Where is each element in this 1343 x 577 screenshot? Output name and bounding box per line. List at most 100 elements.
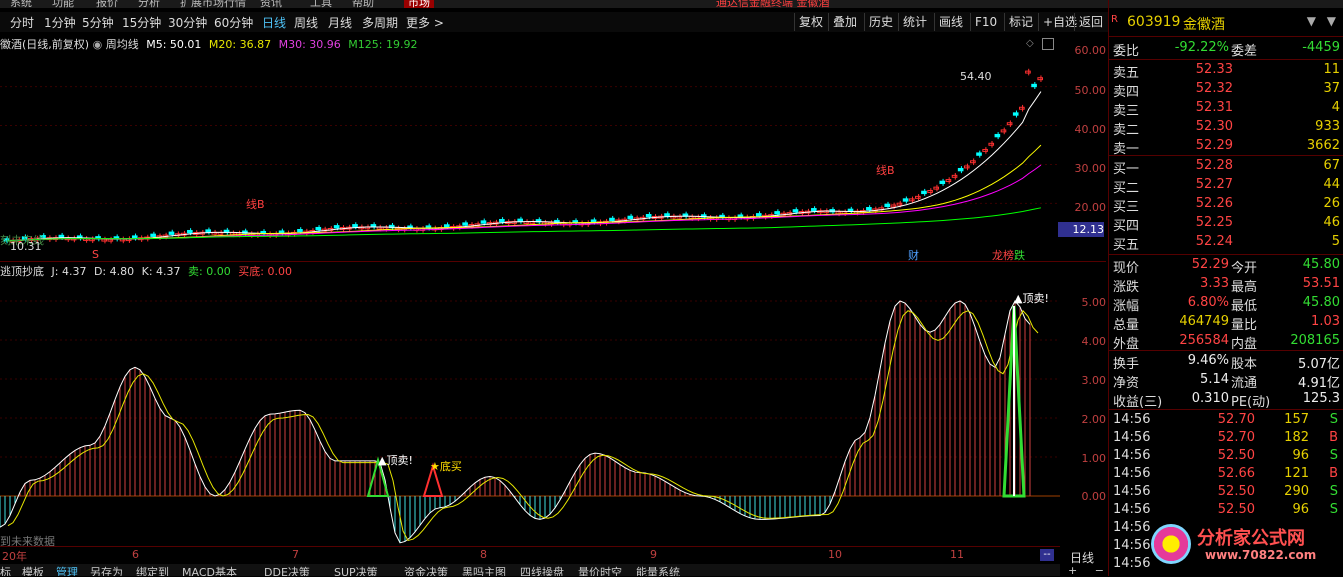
sell-signal-1: ▲顶卖! [378, 454, 413, 467]
stat-value: 256584 [1179, 333, 1229, 348]
stat-label: PE(动) [1231, 395, 1271, 410]
menu-item[interactable]: 系统 [10, 0, 32, 8]
toolbar-button[interactable]: F10 [970, 13, 997, 31]
tick-volume: 121 [1284, 466, 1309, 481]
menu-item[interactable]: 帮助 [352, 0, 374, 8]
bottom-tab[interactable]: 黑吗主图 [462, 564, 506, 576]
menu-item[interactable]: 报价 [96, 0, 118, 8]
stat-value: 45.80 [1302, 257, 1340, 272]
book-price[interactable]: 52.29 [1189, 138, 1233, 153]
period-tab[interactable]: 日线 [262, 14, 286, 31]
bottom-tab[interactable]: 能量系统 [636, 564, 680, 576]
sep [1109, 350, 1343, 351]
book-price[interactable]: 52.28 [1189, 158, 1233, 173]
tick-time: 14:56 [1113, 502, 1151, 517]
stat-value: 1.03 [1311, 314, 1340, 329]
stat-row: 涨跌 3.33 最高 53.51 [1109, 276, 1343, 295]
tick-side: S [1329, 412, 1338, 427]
toolbar-button[interactable]: 画线 [934, 13, 963, 31]
menu-item[interactable]: 工具 [310, 0, 332, 8]
s-tag[interactable]: S [92, 248, 99, 261]
bottom-tab[interactable]: 绑定到 [136, 564, 169, 576]
indicator-chart[interactable] [0, 276, 1060, 546]
period-tab[interactable]: 15分钟 [122, 14, 161, 31]
candle-body [480, 220, 487, 224]
bottom-tab[interactable]: 标 [0, 564, 11, 576]
panel-close-icon[interactable]: ▼ [1327, 14, 1336, 28]
toolbar-button[interactable]: +自选 [1038, 13, 1077, 31]
panel-menu-icon[interactable]: ▼ [1307, 14, 1316, 28]
stock-header: R 603919 金徽酒 ▼ ▼ [1109, 12, 1343, 34]
candle-body [517, 218, 523, 222]
bottom-tab[interactable]: 四线操盘 [520, 564, 564, 576]
period-tab[interactable]: 1分钟 [44, 14, 76, 31]
tick-time: 14:56 [1113, 448, 1151, 463]
candle-body [896, 202, 903, 206]
menu-item[interactable]: 资讯 [260, 0, 282, 8]
book-label: 买四 [1113, 219, 1140, 234]
book-label: 买五 [1113, 238, 1140, 253]
period-tab[interactable]: 多周期 [362, 14, 398, 31]
tick-volume: 96 [1292, 502, 1309, 517]
toolbar-button[interactable]: 历史 [864, 13, 893, 31]
tick-price: 52.66 [1217, 466, 1255, 481]
menu-item[interactable]: 市场 [404, 0, 434, 8]
candle-body [988, 142, 995, 146]
date-label: 9 [650, 548, 657, 561]
menu-item[interactable]: 扩展市场行情 [180, 0, 246, 8]
date-label: 10 [828, 548, 842, 561]
stat-value: 4.91亿 [1298, 376, 1340, 391]
book-price[interactable]: 52.24 [1189, 234, 1233, 249]
bottom-tab[interactable]: 管理 [56, 564, 78, 576]
candle-body [315, 226, 322, 231]
candle-body [908, 198, 915, 202]
bottom-tab[interactable]: 量价时空 [578, 564, 622, 576]
period-tab[interactable]: 30分钟 [168, 14, 207, 31]
zoom-in-icon[interactable]: + [1068, 564, 1077, 577]
candle-body [951, 174, 958, 178]
price-tick: 30.00 [1074, 162, 1107, 175]
toolbar-button[interactable]: 复权 [794, 13, 823, 31]
bottom-tab[interactable]: 资金决策 [404, 564, 448, 576]
bottom-tab[interactable]: 模板 [22, 564, 44, 576]
menu-item[interactable]: 功能 [52, 0, 74, 8]
toolbar-button[interactable]: 返回 [1074, 13, 1103, 31]
sep [1109, 155, 1343, 156]
book-price[interactable]: 52.27 [1189, 177, 1233, 192]
settings-diamond-icon[interactable]: ◇ [1026, 38, 1034, 49]
book-price[interactable]: 52.26 [1189, 196, 1233, 211]
bottom-tab[interactable]: SUP决策 [334, 564, 378, 576]
book-row: 买五 52.24 5 [1109, 234, 1343, 253]
period-tab[interactable]: 更多 > [406, 14, 444, 31]
sep [1109, 59, 1343, 60]
collapse-icon[interactable] [1042, 38, 1054, 50]
candle-body [939, 180, 946, 185]
price-chart[interactable] [0, 50, 1060, 260]
zoom-controls: + − [1064, 564, 1108, 577]
toolbar-button[interactable]: 叠加 [828, 13, 857, 31]
scroll-marker[interactable]: -- [1040, 549, 1054, 561]
bottom-tab[interactable]: DDE决策 [264, 564, 310, 576]
menu-item[interactable]: 分析 [138, 0, 160, 8]
book-price[interactable]: 52.33 [1189, 62, 1233, 77]
period-tab[interactable]: 5分钟 [82, 14, 114, 31]
tick-price: 52.50 [1217, 502, 1255, 517]
book-price[interactable]: 52.32 [1189, 81, 1233, 96]
toolbar-button[interactable]: 统计 [898, 13, 927, 31]
period-tab[interactable]: 60分钟 [214, 14, 253, 31]
bottom-tab[interactable]: 另存为 [90, 564, 123, 576]
watermark: 分析家公式网 www.70822.com [1145, 520, 1343, 576]
candle-body [1006, 122, 1013, 126]
zoom-out-icon[interactable]: − [1095, 564, 1104, 577]
toolbar-button[interactable]: 标记 [1004, 13, 1033, 31]
stat-value: 45.80 [1302, 295, 1340, 310]
book-price[interactable]: 52.30 [1189, 119, 1233, 134]
period-tab[interactable]: 周线 [294, 14, 318, 31]
bottom-tab[interactable]: MACD基本 [182, 564, 237, 576]
period-tab[interactable]: 月线 [328, 14, 352, 31]
book-price[interactable]: 52.25 [1189, 215, 1233, 230]
book-price[interactable]: 52.31 [1189, 100, 1233, 115]
period-tab[interactable]: 分时 [10, 14, 34, 31]
stat-label: 流通 [1231, 376, 1258, 391]
ind-tick: 1.00 [1081, 452, 1107, 465]
